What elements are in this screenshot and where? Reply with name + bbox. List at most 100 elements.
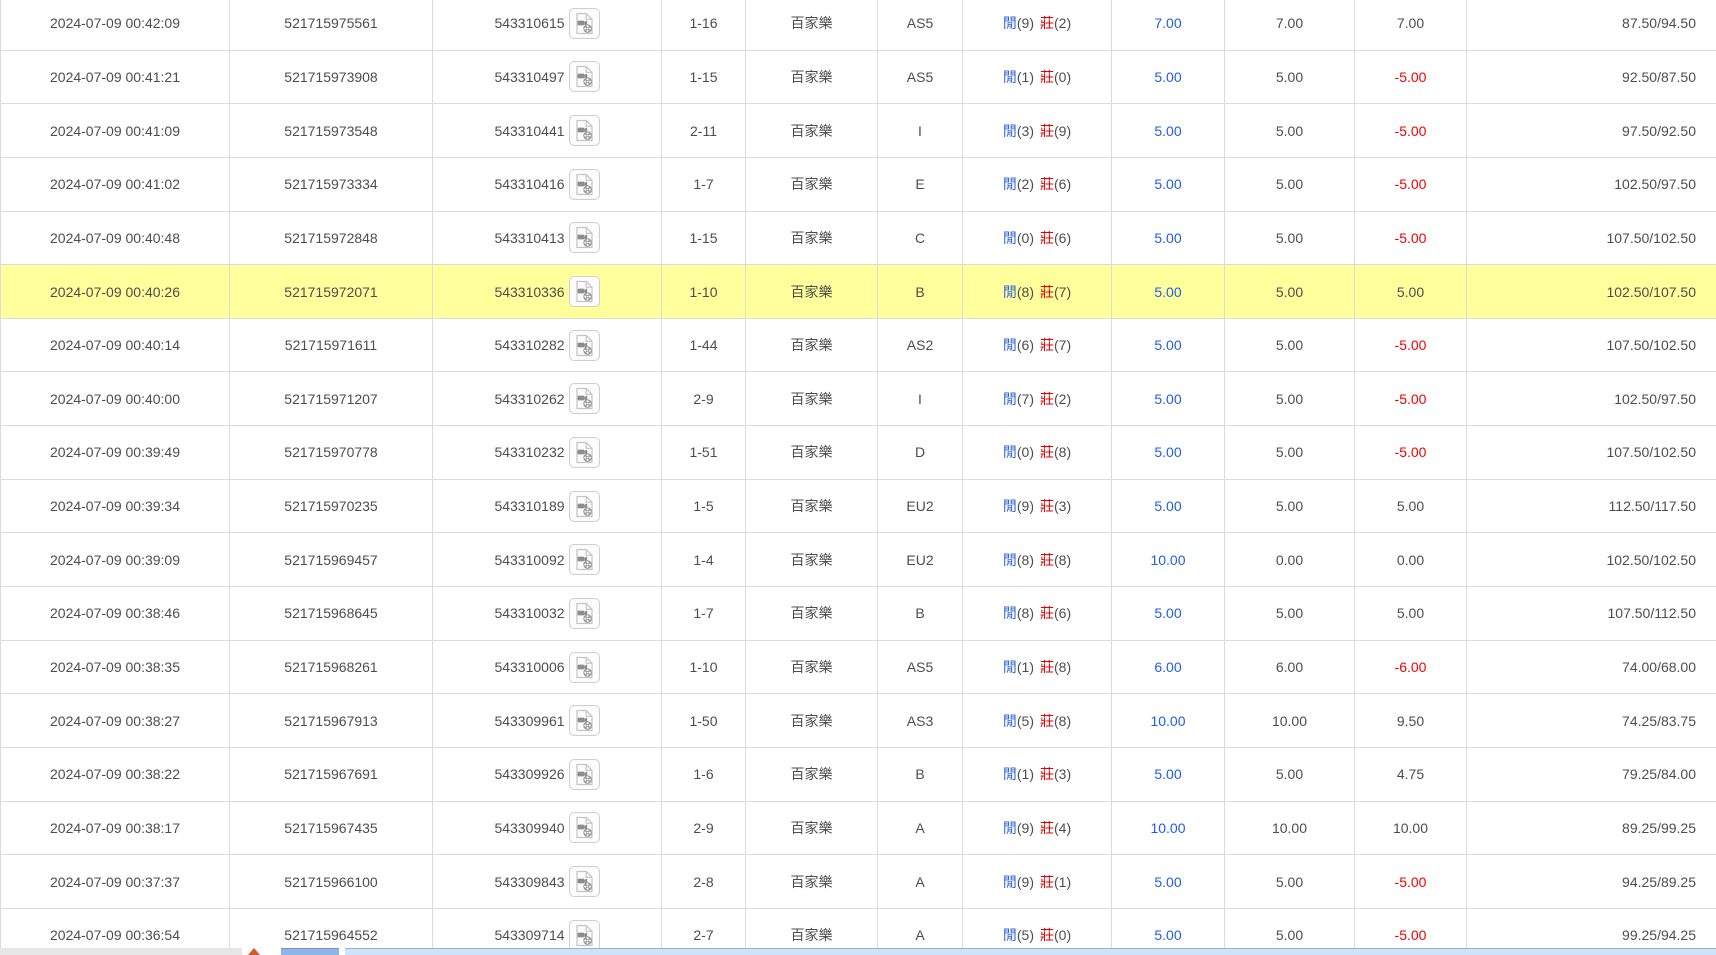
video-replay-button[interactable] [569, 8, 600, 39]
player-score: (5) [1017, 927, 1034, 943]
bet-time-cell: 2024-07-09 00:38:17 [1, 801, 230, 855]
user-bet-id-cell: 521715970778 [230, 426, 433, 480]
bet-record-row[interactable]: 2024-07-09 00:37:37 521715966100 5433098… [1, 855, 1716, 909]
scrollbar-thumb[interactable] [281, 948, 339, 955]
player-label: 閒 [1003, 766, 1017, 782]
result-cell: 閒(5)莊(8) [963, 694, 1112, 748]
valid-bet-cell: 5.00 [1225, 587, 1355, 641]
video-replay-button[interactable] [569, 812, 600, 843]
balance-cell: 107.50/102.50 [1467, 426, 1716, 480]
table-round-cell: 1-4 [662, 533, 746, 587]
win-loss-cell: -5.00 [1355, 372, 1467, 426]
user-bet-id-cell: 521715970235 [230, 479, 433, 533]
banker-score: (4) [1054, 820, 1071, 836]
bet-amount-link[interactable]: 5.00 [1154, 874, 1181, 890]
table-round-cell: 1-15 [662, 211, 746, 265]
bet-time-cell: 2024-07-09 00:38:46 [1, 587, 230, 641]
table-code-cell: B [878, 587, 963, 641]
bet-amount-link[interactable]: 7.00 [1154, 15, 1181, 31]
result-cell: 閒(9)莊(4) [963, 801, 1112, 855]
bet-record-row[interactable]: 2024-07-09 00:40:14 521715971611 5433102… [1, 318, 1716, 372]
result-cell: 閒(8)莊(6) [963, 587, 1112, 641]
player-score: (6) [1017, 337, 1034, 353]
bet-amount-link[interactable]: 5.00 [1154, 444, 1181, 460]
bet-record-row[interactable]: 2024-07-09 00:39:34 521715970235 5433101… [1, 479, 1716, 533]
table-round-cell: 2-11 [662, 104, 746, 158]
bet-time-cell: 2024-07-09 00:41:21 [1, 50, 230, 104]
balance-cell: 102.50/107.50 [1467, 265, 1716, 319]
win-loss-cell: 4.75 [1355, 747, 1467, 801]
video-replay-button[interactable] [569, 330, 600, 361]
bet-record-row[interactable]: 2024-07-09 00:38:17 521715967435 5433099… [1, 801, 1716, 855]
table-code-cell: A [878, 855, 963, 909]
bet-amount-link[interactable]: 5.00 [1154, 230, 1181, 246]
video-file-icon [574, 924, 595, 947]
bet-amount-link[interactable]: 5.00 [1154, 605, 1181, 621]
player-score: (2) [1017, 176, 1034, 192]
bet-record-row[interactable]: 2024-07-09 00:42:09 521715975561 5433106… [1, 0, 1716, 50]
round-cell: 543309843 [433, 855, 662, 909]
bet-record-row[interactable]: 2024-07-09 00:41:09 521715973548 5433104… [1, 104, 1716, 158]
video-replay-button[interactable] [569, 544, 600, 575]
bet-amount-link[interactable]: 10.00 [1150, 552, 1185, 568]
bet-amount-link[interactable]: 6.00 [1154, 659, 1181, 675]
video-replay-button[interactable] [569, 437, 600, 468]
video-replay-button[interactable] [569, 222, 600, 253]
table-round-cell: 1-50 [662, 694, 746, 748]
horizontal-scrollbar[interactable] [0, 948, 1716, 955]
bet-record-row[interactable]: 2024-07-09 00:38:27 521715967913 5433099… [1, 694, 1716, 748]
bet-record-row[interactable]: 2024-07-09 00:40:48 521715972848 5433104… [1, 211, 1716, 265]
video-replay-button[interactable] [569, 598, 600, 629]
user-bet-id-cell: 521715968645 [230, 587, 433, 641]
video-replay-button[interactable] [569, 652, 600, 683]
bet-record-row[interactable]: 2024-07-09 00:41:02 521715973334 5433104… [1, 157, 1716, 211]
scrollbar-track[interactable] [345, 948, 1716, 955]
bet-time-cell: 2024-07-09 00:41:02 [1, 157, 230, 211]
bet-record-row[interactable]: 2024-07-09 00:39:49 521715970778 5433102… [1, 426, 1716, 480]
bet-amount-link[interactable]: 5.00 [1154, 391, 1181, 407]
bet-amount-link[interactable]: 10.00 [1150, 820, 1185, 836]
video-replay-button[interactable] [569, 61, 600, 92]
video-replay-button[interactable] [569, 866, 600, 897]
video-replay-button[interactable] [569, 759, 600, 790]
video-replay-button[interactable] [569, 920, 600, 951]
bet-time-cell: 2024-07-09 00:37:37 [1, 855, 230, 909]
video-replay-button[interactable] [569, 115, 600, 146]
bet-record-row[interactable]: 2024-07-09 00:38:35 521715968261 5433100… [1, 640, 1716, 694]
bet-record-row[interactable]: 2024-07-09 00:40:00 521715971207 5433102… [1, 372, 1716, 426]
bet-amount-link[interactable]: 5.00 [1154, 498, 1181, 514]
video-replay-button[interactable] [569, 705, 600, 736]
scroll-marker-icon [248, 948, 260, 955]
bet-record-row[interactable]: 2024-07-09 00:38:22 521715967691 5433099… [1, 747, 1716, 801]
bet-record-row[interactable]: 2024-07-09 00:41:21 521715973908 5433104… [1, 50, 1716, 104]
user-bet-id-cell: 521715967435 [230, 801, 433, 855]
bet-amount-link[interactable]: 10.00 [1150, 713, 1185, 729]
banker-score: (8) [1054, 552, 1071, 568]
round-id: 543310413 [494, 230, 564, 246]
video-replay-button[interactable] [569, 169, 600, 200]
balance-cell: 74.00/68.00 [1467, 640, 1716, 694]
game-type-cell: 百家樂 [746, 0, 878, 50]
game-type-cell: 百家樂 [746, 157, 878, 211]
video-file-icon [574, 334, 595, 357]
bet-amount-link[interactable]: 5.00 [1154, 123, 1181, 139]
bet-amount-link[interactable]: 5.00 [1154, 69, 1181, 85]
table-code-cell: EU2 [878, 479, 963, 533]
bet-record-row[interactable]: 2024-07-09 00:40:26 521715972071 5433103… [1, 265, 1716, 319]
bet-record-row[interactable]: 2024-07-09 00:38:46 521715968645 5433100… [1, 587, 1716, 641]
round-cell: 543309961 [433, 694, 662, 748]
bet-record-row[interactable]: 2024-07-09 00:39:09 521715969457 5433100… [1, 533, 1716, 587]
balance-cell: 107.50/102.50 [1467, 211, 1716, 265]
player-label: 閒 [1003, 605, 1017, 621]
bet-amount-cell: 5.00 [1112, 318, 1225, 372]
video-replay-button[interactable] [569, 383, 600, 414]
bet-amount-link[interactable]: 5.00 [1154, 766, 1181, 782]
bet-amount-link[interactable]: 5.00 [1154, 176, 1181, 192]
video-replay-button[interactable] [569, 276, 600, 307]
user-bet-id-cell: 521715966100 [230, 855, 433, 909]
banker-label: 莊 [1040, 69, 1054, 85]
bet-amount-link[interactable]: 5.00 [1154, 284, 1181, 300]
bet-amount-link[interactable]: 5.00 [1154, 927, 1181, 943]
bet-amount-link[interactable]: 5.00 [1154, 337, 1181, 353]
video-replay-button[interactable] [569, 491, 600, 522]
